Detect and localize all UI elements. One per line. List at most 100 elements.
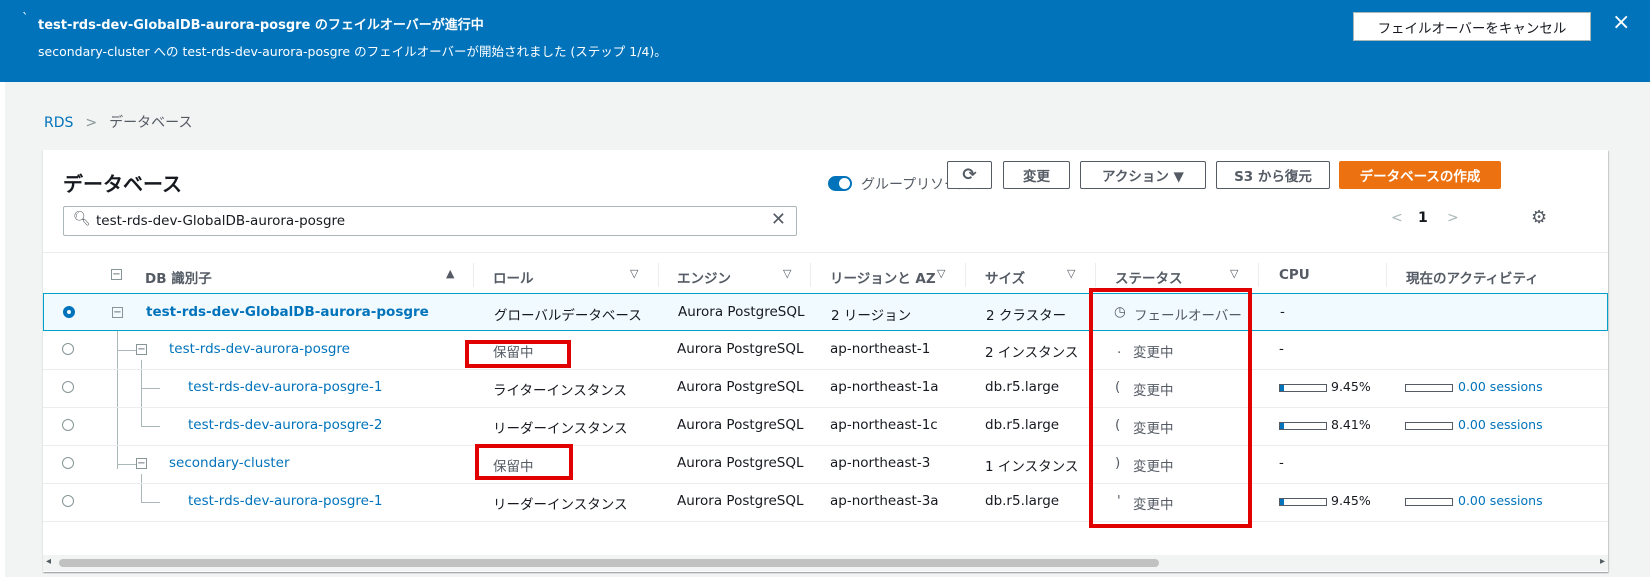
- search-value: test-rds-dev-GlobalDB-aurora-posgre: [96, 213, 346, 229]
- col-cpu[interactable]: CPU: [1279, 267, 1310, 283]
- page-number[interactable]: 1: [1418, 210, 1428, 226]
- column-divider[interactable]: [1258, 263, 1259, 287]
- cpu-bar-fill: [1280, 423, 1284, 429]
- sort-icon[interactable]: ▽: [1067, 267, 1075, 280]
- region-cell: ap-northeast-1a: [830, 379, 939, 395]
- row-radio[interactable]: [63, 306, 75, 318]
- col-engine[interactable]: エンジン: [677, 267, 731, 287]
- db-identifier-link[interactable]: test-rds-dev-aurora-posgre: [169, 341, 350, 357]
- cpu-cell: -: [1279, 455, 1284, 471]
- prev-page-icon[interactable]: <: [1391, 210, 1403, 226]
- restore-from-s3-button[interactable]: S3 から復元: [1216, 161, 1330, 189]
- table-row[interactable]: test-rds-dev-aurora-posgre-1 リーダーインスタンス …: [43, 483, 1608, 522]
- cpu-cell: 8.41%: [1331, 417, 1371, 432]
- modify-button[interactable]: 変更: [1003, 161, 1070, 189]
- create-database-button[interactable]: データベースの作成: [1339, 161, 1501, 189]
- engine-cell: Aurora PostgreSQL: [677, 455, 804, 471]
- table-row[interactable]: test-rds-dev-aurora-posgre-1 ライターインスタンス …: [43, 369, 1608, 408]
- cpu-bar-fill: [1280, 385, 1285, 391]
- size-cell: db.r5.large: [985, 417, 1060, 433]
- db-identifier-link[interactable]: test-rds-dev-GlobalDB-aurora-posgre: [146, 304, 429, 320]
- activity-link[interactable]: 0.00 sessions: [1458, 379, 1543, 394]
- next-page-icon[interactable]: >: [1447, 210, 1459, 226]
- column-divider[interactable]: [1386, 263, 1387, 287]
- scroll-left-icon[interactable]: ◂: [46, 556, 51, 567]
- clear-icon[interactable]: ✕: [771, 209, 786, 230]
- col-activity[interactable]: 現在のアクティビティ: [1406, 267, 1539, 287]
- cpu-cell: -: [1280, 304, 1285, 320]
- table-row[interactable]: test-rds-dev-aurora-posgre-2 リーダーインスタンス …: [43, 407, 1608, 446]
- activity-bar: [1405, 384, 1453, 392]
- role-cell: グローバルデータベース: [494, 308, 642, 324]
- size-cell: 2 インスタンス: [985, 345, 1079, 361]
- row-radio[interactable]: [62, 495, 74, 507]
- column-divider[interactable]: [658, 263, 659, 287]
- breadcrumb-rds-link[interactable]: RDS: [44, 115, 73, 131]
- banner-indicator-icon: `: [22, 12, 29, 27]
- failover-banner: ` test-rds-dev-GlobalDB-aurora-posgre のフ…: [0, 0, 1650, 82]
- page-title: データベース: [63, 172, 182, 196]
- row-radio[interactable]: [62, 381, 74, 393]
- scrollbar-thumb[interactable]: [59, 559, 1159, 567]
- actions-button[interactable]: アクション ▼: [1080, 161, 1206, 189]
- size-cell: db.r5.large: [985, 379, 1060, 395]
- sort-icon[interactable]: ▽: [937, 267, 945, 280]
- collapse-icon[interactable]: −: [136, 344, 147, 355]
- activity-link[interactable]: 0.00 sessions: [1458, 417, 1543, 432]
- highlight-box: [465, 340, 571, 368]
- db-identifier-link[interactable]: secondary-cluster: [169, 455, 290, 471]
- chevron-right-icon: >: [85, 115, 98, 131]
- refresh-button[interactable]: ⟳: [947, 161, 992, 189]
- collapse-icon[interactable]: −: [136, 458, 147, 469]
- col-region[interactable]: リージョンと AZ: [830, 267, 936, 287]
- table-row[interactable]: − test-rds-dev-aurora-posgre 保留中 Aurora …: [43, 331, 1608, 370]
- close-icon[interactable]: ×: [1612, 10, 1630, 35]
- collapse-icon[interactable]: −: [112, 307, 123, 318]
- col-db-identifier[interactable]: DB 識別子: [145, 267, 212, 287]
- role-cell: リーダーインスタンス: [493, 497, 628, 513]
- engine-cell: Aurora PostgreSQL: [678, 304, 805, 320]
- region-cell: ap-northeast-1: [830, 341, 931, 357]
- cpu-cell: -: [1279, 341, 1284, 357]
- sort-icon[interactable]: ▽: [630, 267, 638, 280]
- col-status[interactable]: ステータス: [1115, 267, 1183, 287]
- group-resources-toggle[interactable]: [828, 176, 852, 191]
- scroll-right-icon[interactable]: ▸: [1600, 556, 1605, 567]
- column-divider[interactable]: [1095, 263, 1096, 287]
- table-row[interactable]: − secondary-cluster 保留中 Aurora PostgreSQ…: [43, 445, 1608, 484]
- banner-title: test-rds-dev-GlobalDB-aurora-posgre のフェイ…: [38, 18, 484, 33]
- cpu-bar-fill: [1280, 499, 1285, 505]
- cpu-cell: 9.45%: [1331, 493, 1371, 508]
- size-cell: 1 インスタンス: [985, 459, 1079, 475]
- row-radio[interactable]: [62, 419, 74, 431]
- db-identifier-link[interactable]: test-rds-dev-aurora-posgre-2: [188, 417, 382, 433]
- sort-asc-icon[interactable]: ▲: [446, 267, 454, 280]
- col-role[interactable]: ロール: [493, 267, 534, 287]
- sort-icon[interactable]: ▽: [783, 267, 791, 280]
- db-identifier-link[interactable]: test-rds-dev-aurora-posgre-1: [188, 379, 382, 395]
- column-divider[interactable]: [810, 263, 811, 287]
- horizontal-scrollbar[interactable]: ◂ ▸: [43, 555, 1608, 571]
- engine-cell: Aurora PostgreSQL: [677, 341, 804, 357]
- collapse-all-icon[interactable]: −: [111, 269, 122, 280]
- column-divider[interactable]: [473, 263, 474, 287]
- gear-icon[interactable]: ⚙: [1531, 207, 1547, 228]
- db-identifier-link[interactable]: test-rds-dev-aurora-posgre-1: [188, 493, 382, 509]
- region-cell: 2 リージョン: [831, 308, 912, 324]
- region-cell: ap-northeast-1c: [830, 417, 938, 433]
- col-size[interactable]: サイズ: [985, 267, 1025, 287]
- column-divider[interactable]: [965, 263, 966, 287]
- size-cell: 2 クラスター: [986, 308, 1067, 324]
- cancel-failover-button[interactable]: フェイルオーバーをキャンセル: [1353, 12, 1591, 41]
- size-cell: db.r5.large: [985, 493, 1060, 509]
- row-radio[interactable]: [62, 457, 74, 469]
- sort-icon[interactable]: ▽: [1230, 267, 1238, 280]
- engine-cell: Aurora PostgreSQL: [677, 493, 804, 509]
- databases-panel: データベース グループリソース ⟳ 変更 アクション ▼ S3 から復元 データ…: [43, 150, 1608, 572]
- search-input[interactable]: 🔍︎ test-rds-dev-GlobalDB-aurora-posgre ✕: [63, 206, 797, 236]
- table-row[interactable]: − test-rds-dev-GlobalDB-aurora-posgre グロ…: [43, 293, 1608, 331]
- row-radio[interactable]: [62, 343, 74, 355]
- refresh-icon: ⟳: [962, 165, 977, 185]
- activity-link[interactable]: 0.00 sessions: [1458, 493, 1543, 508]
- table-header: − DB 識別子 ▲ ロール ▽ エンジン ▽ リージョンと AZ ▽ サイズ …: [43, 252, 1608, 298]
